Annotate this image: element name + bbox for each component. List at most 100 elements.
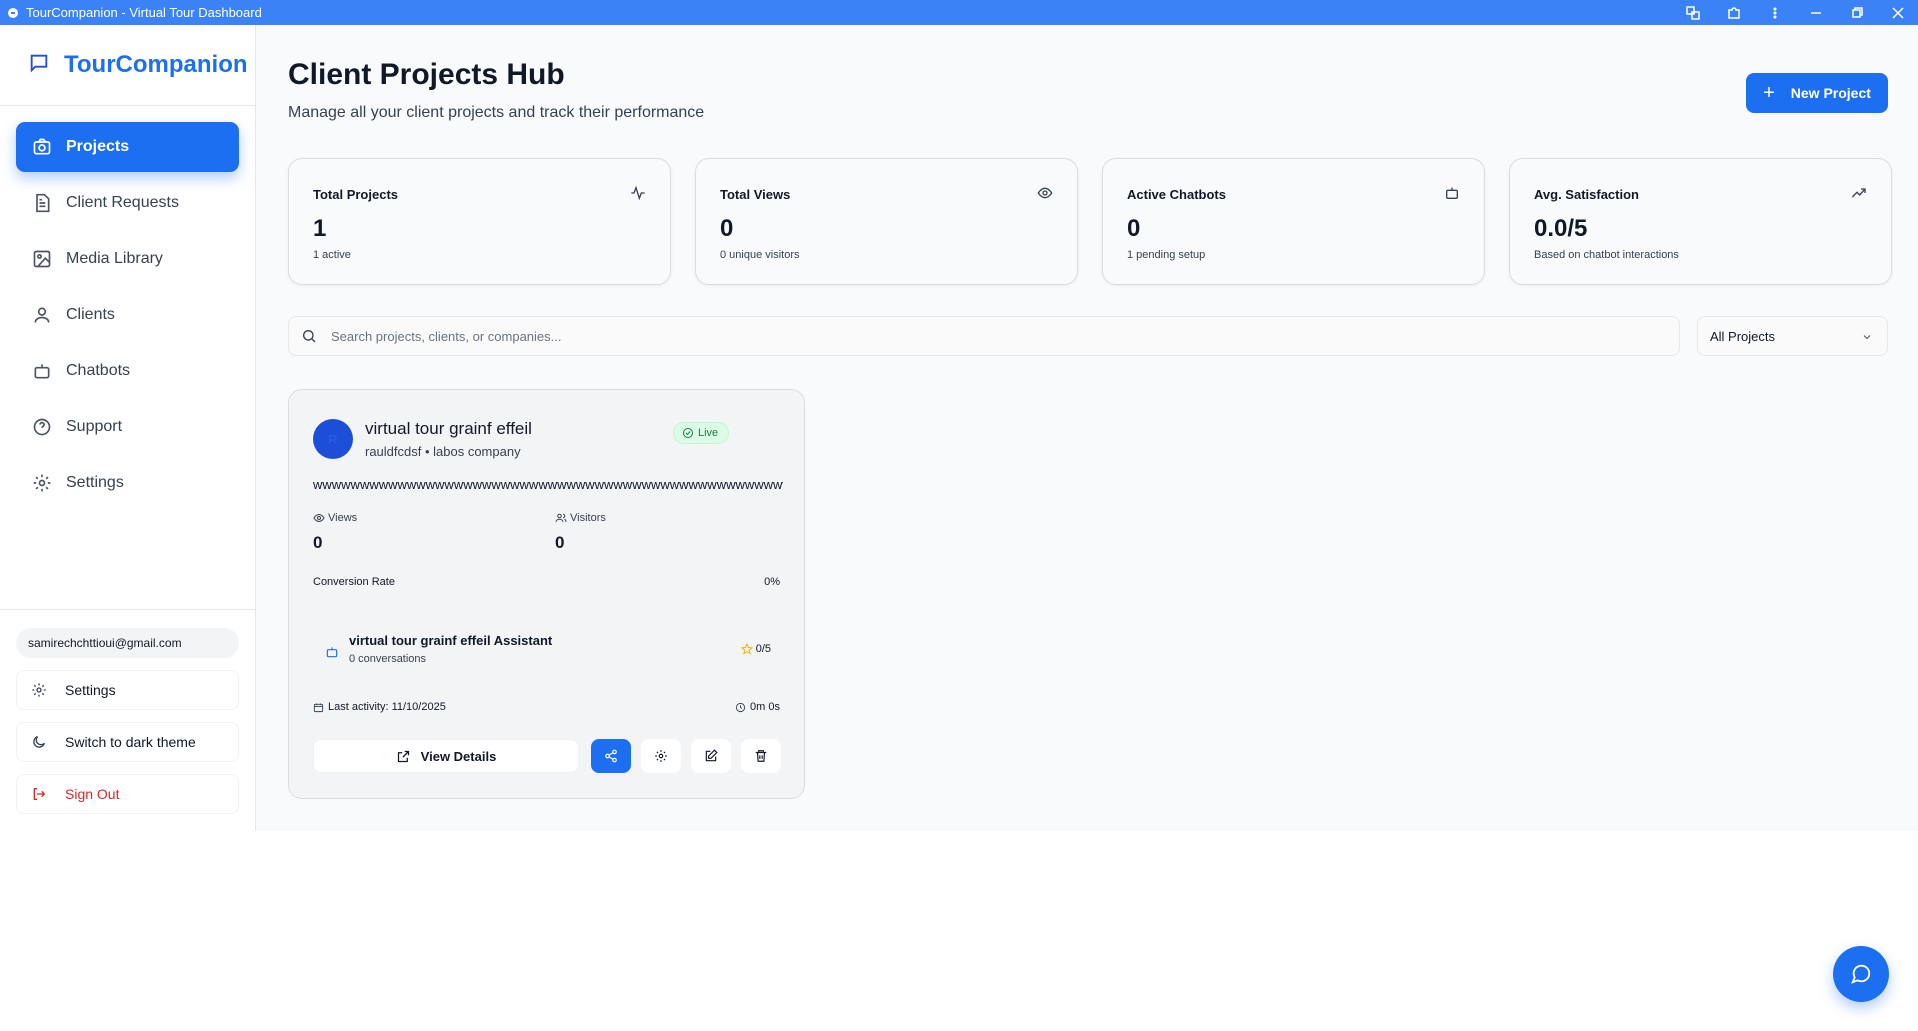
sidebar-item-clients[interactable]: Clients <box>16 290 239 340</box>
new-project-label: New Project <box>1790 85 1871 101</box>
log-out-icon <box>33 788 46 800</box>
stat-value: 0 <box>720 215 734 242</box>
share-button[interactable] <box>591 739 631 773</box>
stat-sub: 1 pending setup <box>1127 249 1206 261</box>
sidebar-item-chatbots[interactable]: Chatbots <box>16 346 239 396</box>
view-details-label: View Details <box>420 748 497 764</box>
last-activity: Last activity: 11/10/2025 <box>313 701 446 713</box>
stat-label: Avg. Satisfaction <box>1534 187 1639 202</box>
sign-out-label: Sign Out <box>65 786 120 802</box>
extensions-icon[interactable] <box>1713 0 1754 25</box>
visitors-label: Visitors <box>555 512 606 524</box>
chat-widget-button[interactable] <box>1833 946 1889 1002</box>
chevron-down-icon <box>1863 335 1871 340</box>
assistant-rating-value: 0/5 <box>755 643 771 655</box>
sidebar-nav: Projects Client Requests Media Library C… <box>0 106 255 530</box>
sidebar-item-projects[interactable]: Projects <box>16 122 239 172</box>
settings-button[interactable]: Settings <box>16 670 239 710</box>
stat-value: 1 <box>313 215 327 242</box>
page-title: Client Projects Hub <box>288 58 565 91</box>
sidebar-item-label: Settings <box>66 474 124 491</box>
delete-project-button[interactable] <box>741 739 781 773</box>
visitors-value: 0 <box>555 533 565 552</box>
settings-label: Settings <box>65 682 116 698</box>
brand-name: TourCompanion <box>64 51 248 78</box>
project-filter-select[interactable]: All Projects <box>1697 316 1888 356</box>
sidebar-item-label: Clients <box>66 306 115 323</box>
message-square-icon <box>28 52 50 79</box>
stat-sub: Based on chatbot interactions <box>1534 249 1679 261</box>
restore-button[interactable] <box>1836 0 1877 25</box>
sidebar-item-support[interactable]: Support <box>16 402 239 452</box>
gear-icon <box>33 474 51 492</box>
filter-selected-value: All Projects <box>1710 328 1776 344</box>
sidebar-item-label: Support <box>66 418 123 435</box>
chatbot-assistant-row[interactable]: virtual tour grainf effeil Assistant 0 c… <box>313 633 783 673</box>
document-icon <box>36 193 50 213</box>
sidebar-item-label: Client Requests <box>66 194 179 211</box>
stat-value: 0 <box>1127 215 1141 242</box>
sidebar-item-label: Media Library <box>66 250 163 267</box>
sidebar-item-client-requests[interactable]: Client Requests <box>16 178 239 228</box>
calendar-icon <box>313 702 324 712</box>
assistant-conversations: 0 conversations <box>349 653 427 665</box>
conversion-value: 0% <box>764 576 780 588</box>
search-input[interactable] <box>331 328 1631 344</box>
status-badge-label: Live <box>698 427 719 439</box>
moon-icon <box>33 736 45 748</box>
more-vertical-icon[interactable] <box>1754 0 1795 25</box>
search-box <box>288 316 1680 356</box>
bot-icon <box>1444 185 1460 206</box>
assistant-name: virtual tour grainf effeil Assistant <box>349 633 553 648</box>
project-meta: rauldfcdsf • labos company <box>365 444 521 459</box>
stat-sub: 1 active <box>313 249 351 261</box>
clock-icon <box>735 702 746 712</box>
project-settings-button[interactable] <box>641 739 681 773</box>
window-controls <box>1672 0 1918 25</box>
close-button[interactable] <box>1877 0 1918 25</box>
stat-card-active-chatbots: Active Chatbots 0 1 pending setup <box>1102 158 1485 285</box>
edit-icon <box>705 749 718 762</box>
new-project-button[interactable]: + New Project <box>1746 73 1888 113</box>
sidebar: TourCompanion Projects Client Requests M… <box>0 25 256 831</box>
stat-value: 0.0/5 <box>1534 215 1588 242</box>
brand[interactable]: TourCompanion <box>0 25 255 106</box>
main-content: Client Projects Hub Manage all your clie… <box>256 25 1918 831</box>
eye-icon <box>1037 185 1053 206</box>
view-details-button[interactable]: View Details <box>313 739 579 773</box>
sign-out-button[interactable]: Sign Out <box>16 774 239 814</box>
help-circle-icon <box>33 418 51 436</box>
theme-toggle-button[interactable]: Switch to dark theme <box>16 722 239 762</box>
stat-card-total-projects: Total Projects 1 1 active <box>288 158 671 285</box>
sidebar-item-label: Chatbots <box>66 362 131 379</box>
status-badge: Live <box>673 422 730 444</box>
sidebar-item-media-library[interactable]: Media Library <box>16 234 239 284</box>
trending-up-icon <box>1851 185 1867 206</box>
page-subtitle: Manage all your client projects and trac… <box>288 104 705 121</box>
window-title: TourCompanion - Virtual Tour Dashboard <box>26 5 262 20</box>
app-icon <box>8 7 18 18</box>
check-circle-icon <box>683 428 693 438</box>
sidebar-footer: samirechchttioui@gmail.com Settings Swit… <box>0 609 255 844</box>
duration-text: 0m 0s <box>750 701 780 713</box>
stat-card-avg-satisfaction: Avg. Satisfaction 0.0/5 Based on chatbot… <box>1509 158 1892 285</box>
edit-project-button[interactable] <box>691 739 731 773</box>
stat-label: Total Views <box>720 187 791 202</box>
stat-sub: 0 unique visitors <box>720 249 800 261</box>
conversion-label: Conversion Rate <box>313 576 395 588</box>
bot-icon <box>34 364 50 379</box>
minimize-button[interactable] <box>1795 0 1836 25</box>
user-email: samirechchttioui@gmail.com <box>16 628 239 658</box>
user-icon <box>34 307 50 323</box>
search-icon <box>303 330 316 343</box>
assistant-rating: 0/5 <box>740 643 771 655</box>
users-icon <box>555 513 567 523</box>
sidebar-item-settings[interactable]: Settings <box>16 458 239 508</box>
image-icon <box>33 250 51 268</box>
session-duration: 0m 0s <box>735 701 780 713</box>
window-titlebar: TourCompanion - Virtual Tour Dashboard <box>0 0 1918 25</box>
camera-icon <box>33 138 51 155</box>
avatar: R <box>313 419 353 459</box>
translate-icon[interactable] <box>1672 0 1713 25</box>
share-icon <box>605 749 617 763</box>
